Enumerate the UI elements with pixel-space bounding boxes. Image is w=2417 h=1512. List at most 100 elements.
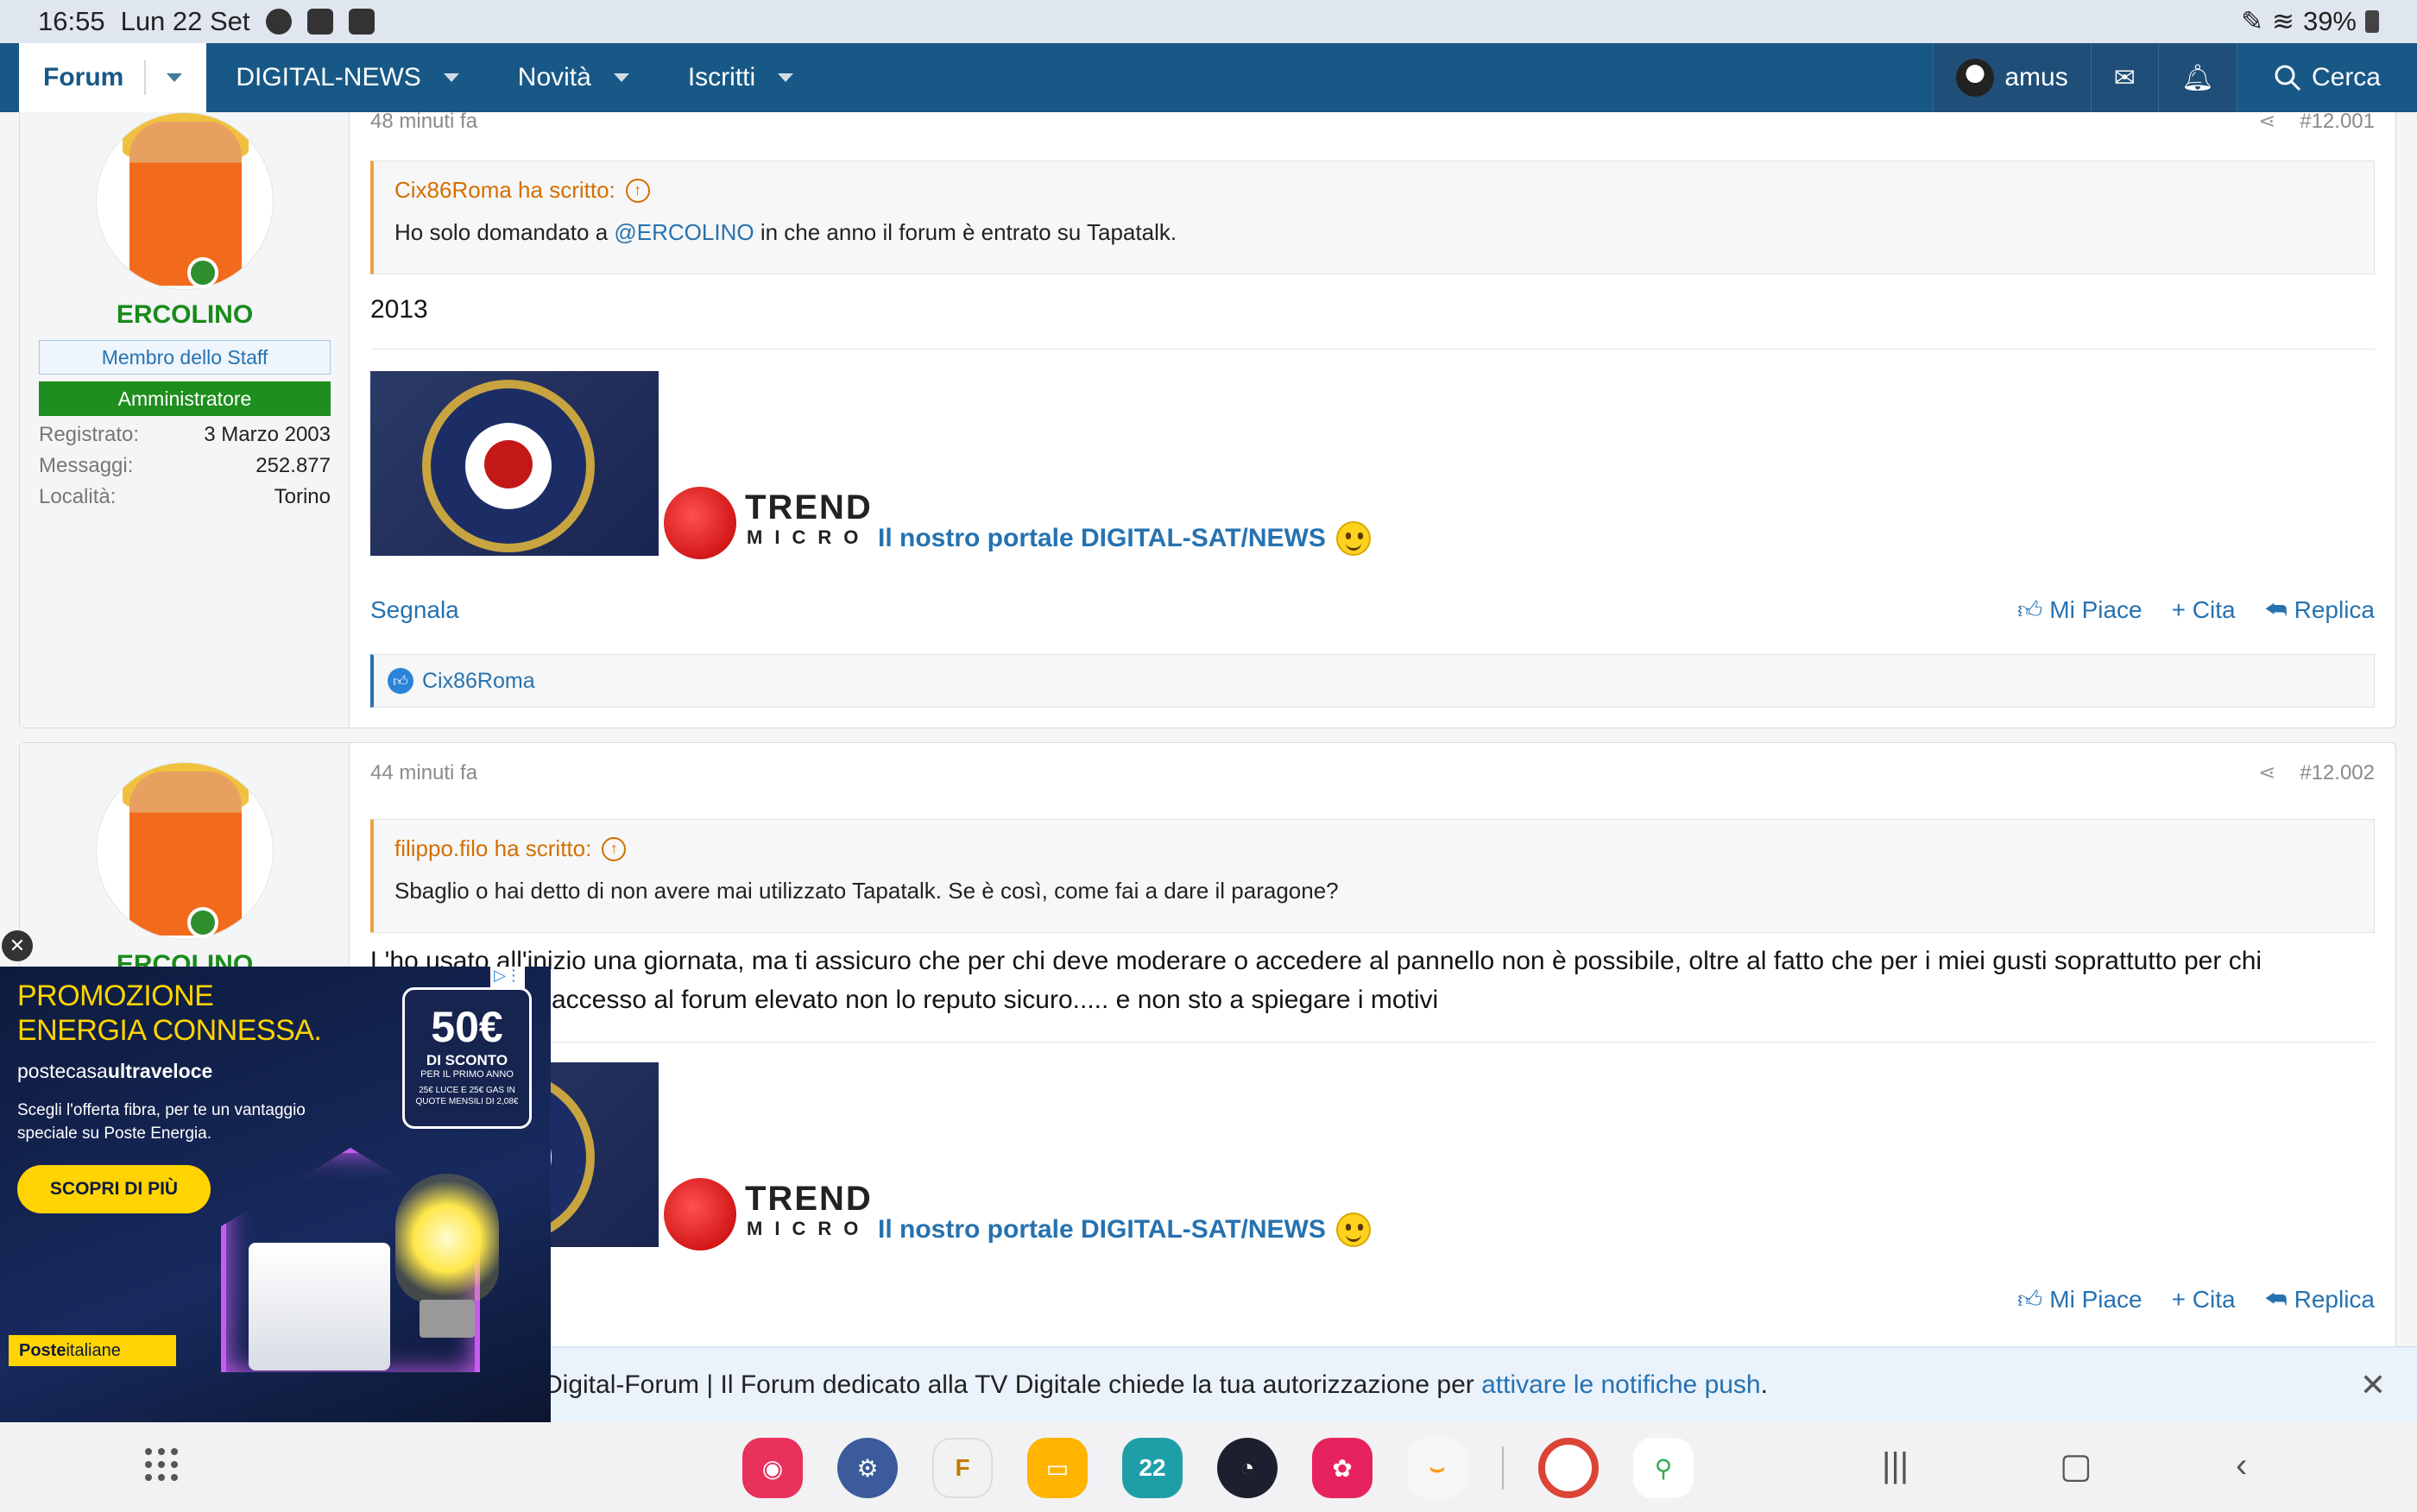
- smile-emoji-icon: [1335, 521, 1371, 556]
- amazon-app-icon[interactable]: ⌣: [1407, 1438, 1467, 1498]
- quote-button[interactable]: + Cita: [2172, 595, 2236, 625]
- close-icon[interactable]: ✕: [2360, 1367, 2386, 1403]
- post-username[interactable]: ERCOLINO: [20, 300, 350, 330]
- post-message: L'ho usato all'inizio una giornata, ma t…: [370, 942, 2375, 1019]
- forum-post: ERCOLINO Membro dello Staff Amministrato…: [19, 109, 2396, 728]
- speedometer-app-icon[interactable]: ◔: [1217, 1438, 1278, 1498]
- home-button[interactable]: ▢: [2060, 1446, 2092, 1486]
- quote-text: Sbaglio o hai detto di non avere mai uti…: [394, 878, 1339, 904]
- system-navigation-bar: ◉ ⚙ F ▭ 22 ◔ ✿ ⌣ ⚲ ||| ▢ ‹: [0, 1422, 2417, 1512]
- app-notification-icon: [306, 9, 333, 35]
- battery-icon: [2365, 10, 2379, 33]
- pen-icon: ✎: [2240, 6, 2263, 36]
- chevron-down-icon[interactable]: [443, 73, 459, 82]
- post-quote: Cix86Roma ha scritto: ↑ Ho solo domandato…: [370, 161, 2375, 274]
- post-user-panel: ERCOLINO Membro dello Staff Amministrato…: [20, 112, 350, 728]
- quote-text: Ho solo domandato a: [394, 219, 615, 245]
- message-line: accesso al forum elevato non lo reputo s…: [552, 986, 1439, 1014]
- recents-button[interactable]: |||: [1882, 1446, 1909, 1485]
- online-status-icon: [187, 907, 218, 938]
- user-avatar[interactable]: [96, 762, 274, 940]
- my-files-app-icon[interactable]: ▭: [1027, 1438, 1088, 1498]
- status-time: 16:55: [38, 6, 105, 36]
- nav-separator: [144, 60, 147, 95]
- online-status-icon: [187, 257, 218, 288]
- share-icon[interactable]: ⋖: [2258, 760, 2275, 785]
- status-bar: 16:55 Lun 22 Set ✎ ≋ 39%: [0, 0, 2417, 43]
- chrome-app-icon[interactable]: [1538, 1438, 1599, 1498]
- maps-app-icon[interactable]: ⚲: [1633, 1438, 1694, 1498]
- advertisement-banner[interactable]: PROMOZIONE ENERGIA CONNESSA. postecasault…: [0, 967, 551, 1424]
- taskbar-dock: ◉ ⚙ F ▭ 22 ◔ ✿ ⌣ ⚲: [742, 1438, 1694, 1498]
- staff-badge: Membro dello Staff: [39, 340, 331, 375]
- reply-icon: ⮪: [2264, 1285, 2288, 1313]
- search-button[interactable]: Cerca: [2236, 43, 2417, 112]
- ad-choices-icon[interactable]: ▷⋮: [490, 967, 525, 989]
- enable-push-link[interactable]: attivare le notifiche push: [1481, 1370, 1761, 1399]
- report-link[interactable]: Segnala: [370, 596, 459, 624]
- like-button[interactable]: 👍︎ Mi Piace: [2017, 1285, 2142, 1314]
- thumbs-up-icon: 👍︎: [2016, 1286, 2043, 1313]
- ad-bulb-graphic: [395, 1174, 499, 1303]
- forum-navbar: Forum DIGITAL-NEWS Novità Iscritti amus …: [0, 43, 2417, 112]
- quote-author[interactable]: Cix86Roma ha scritto:: [394, 177, 615, 204]
- nav-tab-iscritti[interactable]: Iscritti: [659, 43, 823, 112]
- post-number[interactable]: #12.002: [2300, 761, 2375, 785]
- post-number[interactable]: #12.001: [2300, 110, 2375, 134]
- camera-app-icon[interactable]: ◉: [742, 1438, 803, 1498]
- account-menu[interactable]: amus: [1933, 43, 2090, 112]
- thumbs-up-icon: 👍︎: [2016, 596, 2043, 623]
- post-body: 48 minuti fa ⋖ #12.001 Cix86Roma ha scri…: [350, 109, 2395, 728]
- nav-tab-digital-news[interactable]: DIGITAL-NEWS: [206, 43, 488, 112]
- quote-author[interactable]: filippo.filo ha scritto:: [394, 835, 591, 862]
- search-icon: [2275, 65, 2301, 91]
- alerts-button[interactable]: 🔔︎: [2157, 43, 2237, 112]
- post-time[interactable]: 48 minuti fa: [370, 110, 477, 134]
- signature-divider: [370, 1042, 2375, 1043]
- settings-app-icon[interactable]: ⚙: [837, 1438, 898, 1498]
- facebook-icon: [265, 9, 292, 35]
- nav-tab-label: Iscritti: [687, 63, 756, 91]
- wifi-icon: ≋: [2271, 6, 2294, 36]
- mention-link[interactable]: @ERCOLINO: [614, 219, 754, 245]
- signature-portal-link[interactable]: Il nostro portale DIGITAL-SAT/NEWS: [878, 1213, 1371, 1247]
- reply-button[interactable]: ⮪ Replica: [2265, 1285, 2375, 1314]
- dock-separator: [1502, 1446, 1504, 1490]
- chevron-down-icon[interactable]: [613, 73, 629, 82]
- signature-portal-link[interactable]: Il nostro portale DIGITAL-SAT/NEWS: [878, 521, 1371, 556]
- arrow-up-icon[interactable]: ↑: [625, 178, 650, 203]
- calendar-app-icon[interactable]: 22: [1122, 1438, 1183, 1498]
- reaction-user[interactable]: Cix86Roma: [422, 669, 535, 694]
- nav-tab-novita[interactable]: Novità: [489, 43, 659, 112]
- ad-posteitaliane-logo: Posteitaliane: [9, 1335, 176, 1366]
- post-actions: 👍︎ Mi Piace + Cita ⮪ Replica: [370, 1285, 2375, 1314]
- gallery-app-icon[interactable]: ✿: [1312, 1438, 1373, 1498]
- ad-close-button[interactable]: ✕: [2, 930, 33, 961]
- user-stat: Registrato: 3 Marzo 2003: [39, 423, 331, 446]
- battery-level: 39%: [2302, 6, 2357, 36]
- post-time[interactable]: 44 minuti fa: [370, 761, 477, 785]
- quote-button[interactable]: + Cita: [2172, 1285, 2236, 1314]
- share-icon[interactable]: ⋖: [2258, 109, 2275, 134]
- ad-headline: PROMOZIONE ENERGIA CONNESSA.: [17, 980, 322, 1048]
- account-username: amus: [2004, 63, 2068, 91]
- chevron-down-icon[interactable]: [167, 73, 183, 82]
- reply-button[interactable]: ⮪ Replica: [2265, 595, 2375, 625]
- trend-micro-logo: TREND MICRO: [664, 1161, 880, 1256]
- ad-cta-button[interactable]: SCOPRI DI PIÙ: [17, 1165, 211, 1213]
- ad-bulb-base: [420, 1300, 475, 1338]
- search-label: Cerca: [2311, 63, 2381, 91]
- nav-tab-forum[interactable]: Forum: [19, 43, 207, 112]
- like-button[interactable]: 👍︎ Mi Piace: [2017, 595, 2142, 625]
- signature-divider: [370, 349, 2375, 350]
- nav-tab-forum-label: Forum: [43, 63, 124, 91]
- files-app-icon[interactable]: F: [932, 1438, 993, 1498]
- user-avatar[interactable]: [96, 112, 274, 290]
- inbox-button[interactable]: ✉: [2090, 43, 2158, 112]
- chevron-down-icon[interactable]: [778, 73, 794, 82]
- arrow-up-icon[interactable]: ↑: [602, 836, 627, 861]
- back-button[interactable]: ‹: [2236, 1446, 2247, 1485]
- nav-tab-label: Novità: [517, 63, 591, 91]
- reactions-bar[interactable]: 👍︎ Cix86Roma: [370, 654, 2375, 708]
- app-drawer-icon[interactable]: [145, 1448, 180, 1483]
